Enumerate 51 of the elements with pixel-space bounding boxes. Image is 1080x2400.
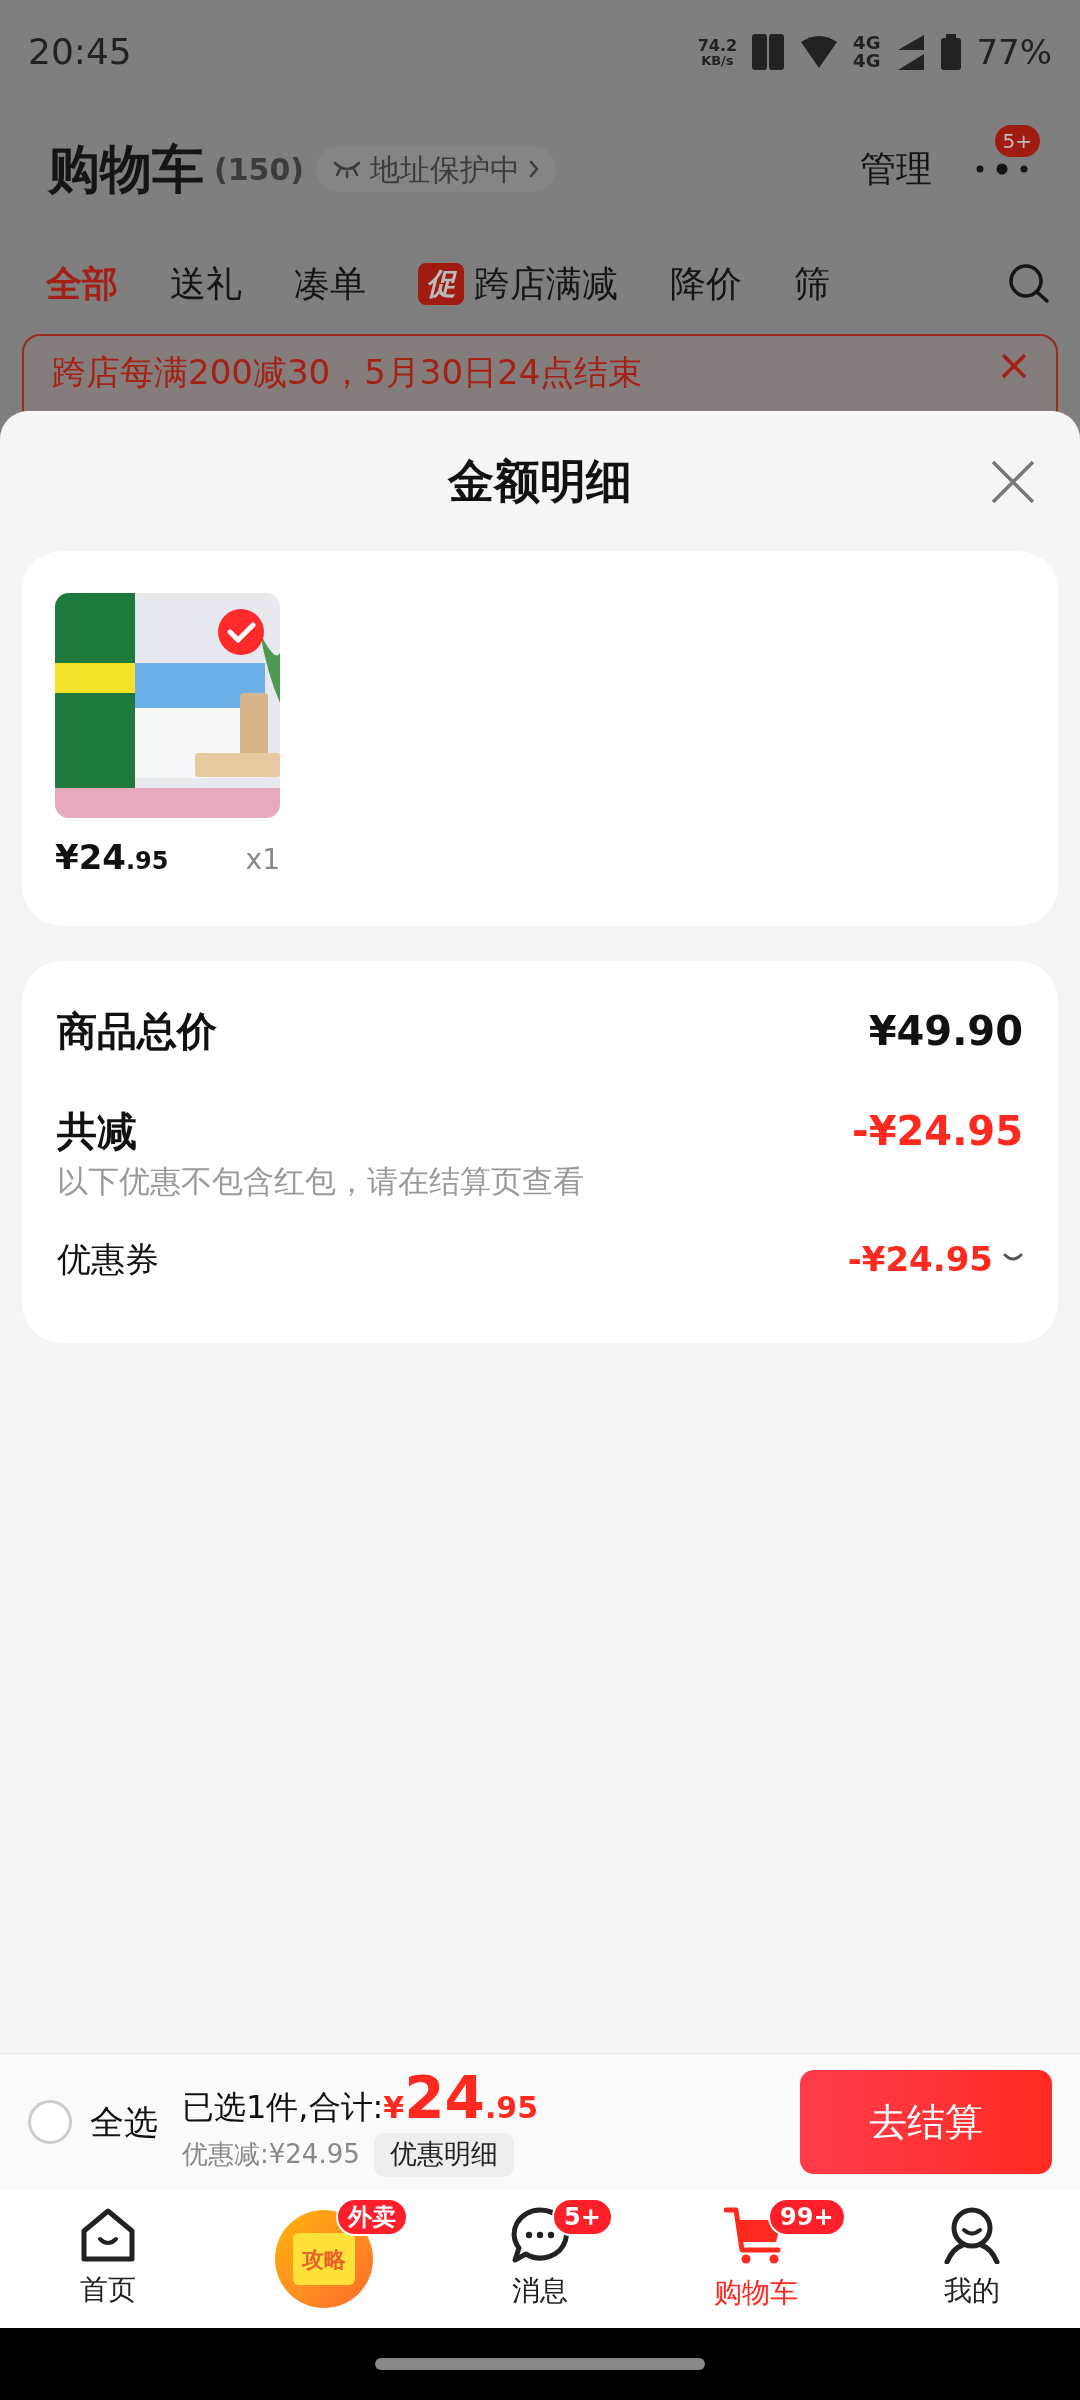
saving-amount: 优惠减:¥24.95 [182, 2138, 360, 2171]
discount-details-button[interactable]: 优惠明细 [373, 2132, 514, 2177]
item-price: ¥24.95 [55, 836, 169, 879]
network-type-label: 4G [853, 52, 881, 70]
coupon-value[interactable]: -¥24.95 [847, 1233, 1023, 1285]
discount-label: 共减 [57, 1107, 137, 1156]
select-all-checkbox[interactable] [28, 2100, 72, 2144]
checkout-button[interactable]: 去结算 [800, 2070, 1052, 2174]
home-icon [79, 2207, 137, 2263]
filter-tab[interactable]: 促 跨店满减 [418, 257, 618, 311]
close-icon[interactable] [990, 459, 1036, 505]
total-price-value: ¥49.90 [868, 1007, 1023, 1056]
battery-level: 77% [976, 30, 1052, 74]
selected-summary: 已选1件,合计: [182, 2086, 384, 2128]
notification-badge: 5+ [994, 125, 1040, 157]
more-icon[interactable] [976, 163, 1028, 175]
nav-tab[interactable]: 首页 [0, 2190, 216, 2328]
item-quantity: x1 [245, 842, 280, 878]
filter-tab[interactable]: 降价 [670, 257, 742, 311]
sheet-title: 金额明细 [448, 452, 632, 510]
manage-button[interactable]: 管理 [860, 142, 932, 196]
chevron-right-icon [528, 159, 541, 179]
closed-eye-icon [332, 159, 363, 179]
nav-tab[interactable]: 消息 5+ [432, 2190, 648, 2328]
status-time: 20:45 [28, 30, 132, 74]
person-icon [943, 2206, 1001, 2264]
search-icon[interactable] [1008, 263, 1050, 305]
discount-note: 以下优惠不包含红包，请在结算页查看 [57, 1162, 585, 1201]
nav-badge: 外卖 [336, 2198, 408, 2236]
network-speed-unit: KB/s [701, 53, 734, 67]
wifi-icon [799, 34, 840, 70]
nav-tab[interactable]: 攻略 外卖 [216, 2190, 432, 2328]
discount-value: -¥24.95 [852, 1107, 1023, 1156]
total-price-label: 商品总价 [57, 1007, 217, 1056]
network-speed: 74.2 [697, 37, 738, 54]
nav-badge: 99+ [768, 2198, 846, 2236]
filter-tab[interactable]: 筛 [794, 257, 830, 311]
address-protection-chip[interactable]: 地址保护中 [316, 146, 557, 192]
page-title: 购物车 [48, 138, 204, 201]
total-amount: ¥24.95 [383, 2067, 539, 2130]
network-type-label: 4G [853, 34, 881, 52]
battery-icon [940, 33, 963, 71]
nav-tab[interactable]: 我的 [864, 2190, 1080, 2328]
filter-tab[interactable]: 送礼 [170, 257, 242, 311]
promo-banner-text: 跨店每满200减30，5月30日24点结束 [52, 352, 643, 392]
filter-tab[interactable]: 凑单 [294, 257, 366, 311]
nav-badge: 5+ [552, 2198, 613, 2236]
coupon-label: 优惠券 [57, 1237, 159, 1281]
item-count: (150) [214, 150, 305, 189]
select-all-label: 全选 [90, 2100, 158, 2144]
nav-tab[interactable]: 购物车 99+ [648, 2190, 864, 2328]
